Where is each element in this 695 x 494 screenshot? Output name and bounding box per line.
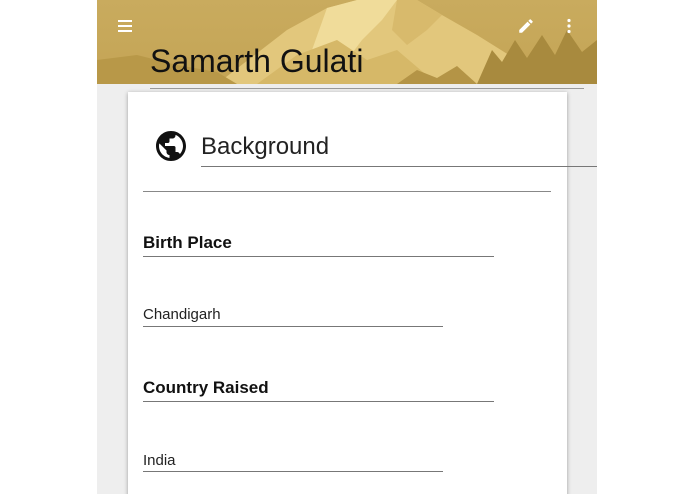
- profile-header: Samarth Gulati: [97, 0, 597, 84]
- birth-place-value-underline: [143, 326, 443, 327]
- name-underline: [150, 88, 584, 89]
- edit-icon[interactable]: [512, 12, 540, 40]
- globe-icon: [156, 131, 186, 161]
- background-card: Background Birth Place Chandigarh Countr…: [128, 92, 597, 494]
- section-divider: [143, 191, 551, 192]
- country-raised-label-underline: [143, 401, 494, 402]
- section-title-underline: [201, 166, 597, 167]
- more-vert-icon[interactable]: [555, 12, 583, 40]
- app-window: Samarth Gulati Background Birth Place Ch…: [97, 0, 597, 494]
- birth-place-label-underline: [143, 256, 494, 257]
- menu-icon[interactable]: [111, 12, 139, 40]
- section-title: Background: [201, 133, 330, 160]
- country-raised-value-underline: [143, 471, 443, 472]
- birth-place-value[interactable]: Chandigarh: [143, 306, 221, 323]
- country-raised-value[interactable]: India: [143, 452, 176, 469]
- country-raised-label: Country Raised: [143, 378, 269, 397]
- birth-place-label: Birth Place: [143, 233, 232, 252]
- profile-name: Samarth Gulati: [150, 43, 364, 79]
